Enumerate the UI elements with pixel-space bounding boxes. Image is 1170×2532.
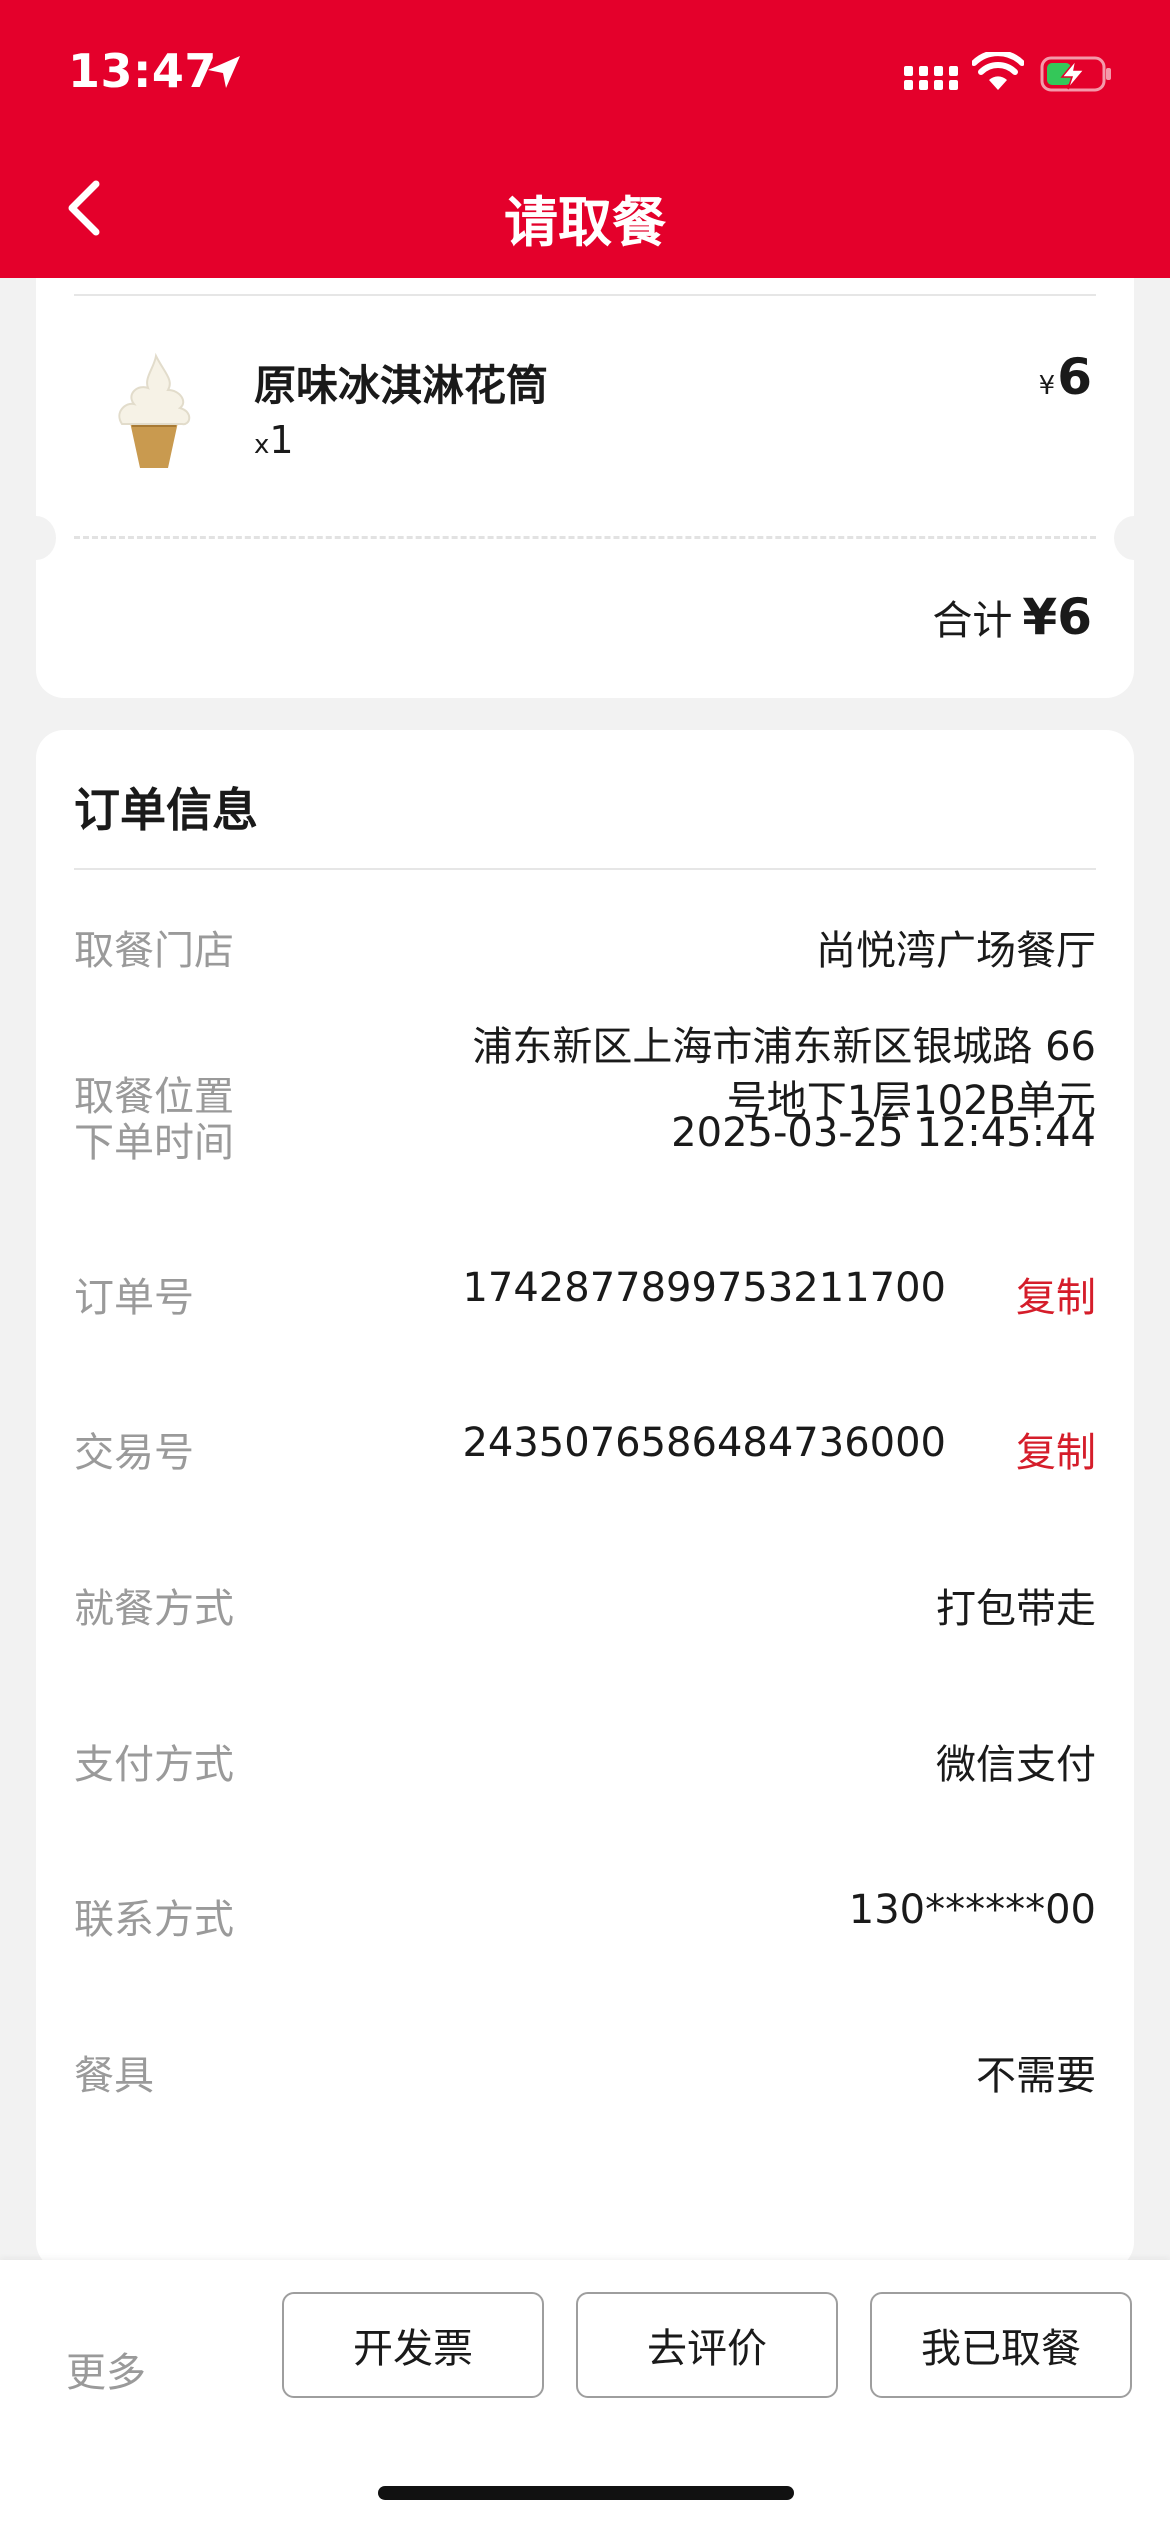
info-value: 微信支付	[936, 1742, 1096, 1788]
ticket-notch-right	[1114, 516, 1154, 560]
bottom-action-bar: 更多 开发票 去评价 我已取餐	[0, 2260, 1170, 2532]
copy-order-number-button[interactable]: 复制	[1016, 1265, 1096, 1323]
more-button[interactable]: 更多	[66, 2340, 146, 2398]
info-value: 130******00	[848, 1887, 1096, 1933]
info-value: 1742877899753211700	[462, 1265, 946, 1311]
quantity-value: 1	[269, 418, 294, 462]
quantity-prefix: x	[254, 430, 270, 460]
info-label: 联系方式	[74, 1897, 234, 1943]
order-item-card: 原味冰淇淋花筒 x1 ¥6 合计 ¥6	[16, 278, 1154, 698]
divider	[74, 868, 1096, 870]
order-info-title: 订单信息	[74, 783, 258, 837]
order-total: 合计 ¥6	[932, 588, 1092, 646]
dashed-divider	[74, 536, 1096, 539]
info-value-line1: 浦东新区上海市浦东新区银城路 66	[472, 1024, 1096, 1070]
info-label: 交易号	[74, 1430, 194, 1476]
divider	[74, 294, 1096, 296]
ice-cream-cone-image	[118, 352, 191, 468]
status-time: 13:47	[68, 44, 217, 98]
info-label: 订单号	[74, 1275, 194, 1321]
app-header: 13:47 请取餐	[0, 0, 1170, 278]
currency-symbol: ¥	[1038, 371, 1056, 401]
info-label: 就餐方式	[74, 1586, 234, 1632]
ticket-notch-left	[16, 516, 56, 560]
info-value: 2025-03-25 12:45:44	[671, 1110, 1096, 1156]
price-value: 6	[1057, 348, 1092, 406]
page-title: 请取餐	[504, 191, 666, 254]
location-arrow-icon	[208, 56, 240, 88]
info-value: 打包带走	[936, 1586, 1096, 1632]
item-quantity: x1	[254, 418, 294, 462]
invoice-button[interactable]: 开发票	[282, 2292, 544, 2398]
status-bar: 13:47	[0, 0, 1170, 150]
info-label: 下单时间	[74, 1120, 234, 1166]
order-info-card: 订单信息 取餐门店 尚悦湾广场餐厅 取餐位置 浦东新区上海市浦东新区银城路 66…	[36, 730, 1134, 2270]
info-label: 支付方式	[74, 1742, 234, 1788]
item-name: 原味冰淇淋花筒	[254, 361, 549, 410]
battery-charging-icon	[1040, 56, 1111, 92]
review-button[interactable]: 去评价	[576, 2292, 838, 2398]
total-label: 合计	[932, 598, 1013, 644]
info-value: 2435076586484736000	[462, 1420, 946, 1466]
wifi-icon	[972, 52, 1024, 90]
info-value: 不需要	[976, 2053, 1096, 2099]
copy-transaction-number-button[interactable]: 复制	[1016, 1420, 1096, 1478]
item-price: ¥6	[1039, 348, 1092, 406]
info-value: 尚悦湾广场餐厅	[816, 928, 1096, 974]
info-label: 餐具	[74, 2053, 154, 2099]
cellular-signal-icon	[904, 66, 958, 90]
info-label: 取餐门店	[74, 928, 234, 974]
total-value: ¥6	[1022, 588, 1092, 646]
picked-up-button[interactable]: 我已取餐	[870, 2292, 1132, 2398]
home-indicator	[378, 2486, 794, 2500]
